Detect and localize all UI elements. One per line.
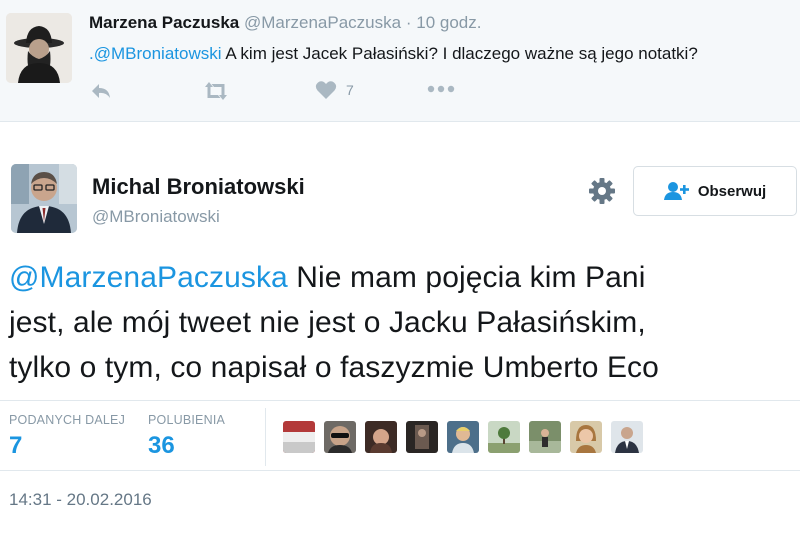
gear-icon[interactable] (586, 175, 618, 207)
reply-mention-link[interactable]: .@MBroniatowski (89, 44, 222, 63)
main-text-line-1: Nie mam pojęcia kim Pani (296, 261, 646, 294)
follow-button[interactable]: Obserwuj (633, 166, 797, 216)
reply-author-avatar[interactable] (6, 13, 72, 83)
main-author-handle[interactable]: @MBroniatowski (92, 207, 220, 227)
retweets-label: PODANYCH DALEJ (9, 413, 126, 427)
main-text-line-3: tylko o tym, co napisał o faszyzmie Umbe… (9, 351, 659, 384)
follow-user-icon (663, 182, 689, 200)
main-author-name[interactable]: Michal Broniatowski (92, 174, 305, 200)
heart-icon (315, 81, 337, 99)
stats-divider-bottom (0, 470, 800, 471)
reply-separator: · (405, 13, 412, 32)
liker-avatar[interactable] (488, 421, 520, 453)
tweet-timestamp[interactable]: 14:31 - 20.02.2016 (9, 490, 152, 510)
like-action[interactable]: 7 (315, 80, 354, 100)
reply-author-name[interactable]: Marzena Paczuska (89, 13, 239, 32)
stats-divider-top (0, 400, 800, 401)
liked-by-avatars (283, 421, 652, 453)
reply-tweet[interactable]: Marzena Paczuska @MarzenaPaczuska · 10 g… (0, 0, 800, 122)
reply-text: .@MBroniatowski A kim jest Jacek Pałasiń… (89, 44, 698, 64)
likes-count: 36 (148, 432, 175, 459)
more-icon[interactable] (427, 84, 455, 94)
main-author-avatar[interactable] (11, 164, 77, 233)
reply-body: A kim jest Jacek Pałasiński? I dlaczego … (225, 44, 698, 63)
liker-avatar[interactable] (529, 421, 561, 453)
liker-avatar[interactable] (570, 421, 602, 453)
main-mention-link[interactable]: @MarzenaPaczuska (9, 261, 288, 294)
reply-icon[interactable] (89, 80, 113, 102)
likes-label: POLUBIENIA (148, 413, 226, 427)
like-count: 7 (346, 82, 354, 98)
reply-header: Marzena Paczuska @MarzenaPaczuska · 10 g… (89, 13, 481, 33)
reply-time[interactable]: 10 godz. (416, 13, 481, 32)
liker-avatar[interactable] (611, 421, 643, 453)
liker-avatar[interactable] (283, 421, 315, 453)
liker-avatar[interactable] (324, 421, 356, 453)
liker-avatar[interactable] (447, 421, 479, 453)
retweet-icon[interactable] (201, 80, 231, 102)
likes-stat[interactable]: POLUBIENIA 36 (148, 413, 225, 460)
liker-avatar[interactable] (365, 421, 397, 453)
retweets-count: 7 (9, 432, 23, 459)
main-text-line-2: jest, ale mój tweet nie jest o Jacku Pał… (9, 306, 646, 339)
retweets-stat[interactable]: PODANYCH DALEJ 7 (9, 413, 125, 460)
main-tweet-text: @MarzenaPaczuska Nie mam pojęcia kim Pan… (9, 255, 799, 390)
follow-button-label: Obserwuj (697, 182, 767, 200)
liker-avatar[interactable] (406, 421, 438, 453)
stats-vertical-divider (265, 408, 266, 466)
reply-author-handle[interactable]: @MarzenaPaczuska (244, 13, 401, 32)
